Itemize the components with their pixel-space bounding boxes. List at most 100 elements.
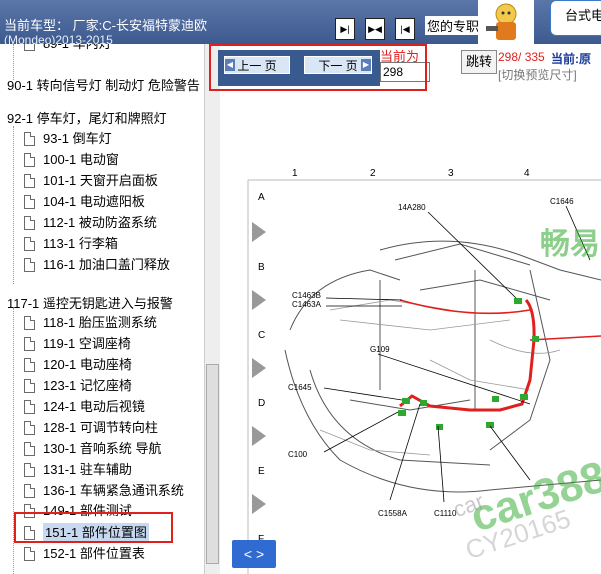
tree-item[interactable]: 116-1 加油口盖门释放	[24, 255, 170, 275]
row-marker	[252, 494, 266, 514]
chapter-tree: 89-1 车内灯 90-1 转向信号灯 制动灯 危险警告 92-1 停车灯，尾灯…	[0, 44, 204, 574]
promo-banner[interactable]: 台式电	[550, 0, 601, 36]
grid-row-label: E	[258, 466, 265, 477]
document-icon	[24, 421, 35, 435]
tree-item[interactable]: 89-1 车内灯	[24, 44, 112, 54]
tree-item[interactable]: 124-1 电动后视镜	[24, 397, 145, 417]
tree-item-label: 101-1 天窗开启面板	[43, 173, 158, 188]
watermark: 畅易	[540, 227, 600, 262]
grid-row-label: A	[258, 192, 265, 203]
tree-item[interactable]: 104-1 电动遮阳板	[24, 192, 145, 212]
component-location-diagram: 1 2 3 4 A B C D E F	[247, 168, 601, 574]
tree-item[interactable]: 113-1 行李箱	[24, 234, 118, 254]
document-icon	[24, 337, 35, 351]
row-marker	[252, 426, 266, 446]
tree-item-label: 124-1 电动后视镜	[43, 399, 145, 414]
tree-item-label: 113-1 行李箱	[43, 236, 118, 251]
selection-highlight	[14, 512, 173, 543]
document-icon	[24, 379, 35, 393]
document-icon	[24, 195, 35, 209]
tree-folder-label: 90-1 转向信号灯 制动灯 危险警告	[7, 78, 200, 93]
document-icon	[24, 132, 35, 146]
wiring-harness	[399, 299, 531, 315]
callout-label: 14A280	[398, 203, 426, 212]
tree-folder[interactable]: 90-1 转向信号灯 制动灯 危险警告	[7, 76, 200, 96]
tree-item[interactable]: 130-1 音响系统 导航	[24, 439, 161, 459]
vehicle-detail-lines	[319, 299, 561, 456]
document-icon	[24, 316, 35, 330]
document-icon	[24, 484, 35, 498]
tree-item-label: 89-1 车内灯	[43, 44, 112, 54]
row-marker	[252, 222, 266, 242]
tree-item[interactable]: 119-1 空调座椅	[24, 334, 131, 354]
callout-label: C1646	[550, 197, 574, 206]
tree-item-label: 104-1 电动遮阳板	[43, 194, 145, 209]
callout-label: C1463A	[292, 300, 322, 309]
tree-item[interactable]: 131-1 驻车辅助	[24, 460, 132, 480]
callout-label: C1463B	[292, 291, 321, 300]
tree-item[interactable]: 118-1 胎压监测系统	[24, 313, 157, 333]
document-icon	[24, 153, 35, 167]
tree-folder-label: 92-1 停车灯，尾灯和牌照灯	[7, 111, 167, 126]
grid-row-label: C	[258, 330, 265, 341]
tree-item-label: 131-1 驻车辅助	[43, 462, 132, 477]
sidebar-scrollbar[interactable]	[204, 44, 220, 574]
row-marker	[252, 358, 266, 378]
panel-left-icon[interactable]: ▶|	[335, 18, 355, 40]
tree-item-label: 116-1 加油口盖门释放	[43, 257, 170, 272]
tree-item-label: 100-1 电动窗	[43, 152, 119, 167]
tree-guide-line	[13, 44, 14, 80]
tree-item[interactable]: 136-1 车辆紧急通讯系统	[24, 481, 184, 501]
tree-item[interactable]: 128-1 可调节转向柱	[24, 418, 158, 438]
mascot-logo	[478, 0, 534, 44]
document-icon	[24, 358, 35, 372]
callout-label: C100	[288, 450, 308, 459]
current-document-label: 当前:原	[551, 52, 591, 66]
tree-folder[interactable]: 92-1 停车灯，尾灯和牌照灯	[7, 109, 167, 129]
car-model-label: 当前车型： 厂家:C-长安福特蒙迪欧	[4, 18, 207, 33]
grid-column-label: 2	[370, 168, 376, 179]
callout-label: C1645	[288, 383, 312, 392]
tree-item-label: 120-1 电动座椅	[43, 357, 132, 372]
grid-column-label: 4	[524, 168, 530, 179]
document-icon	[24, 400, 35, 414]
document-icon	[24, 237, 35, 251]
tree-item-label: 136-1 车辆紧急通讯系统	[43, 483, 184, 498]
tree-item[interactable]: 101-1 天窗开启面板	[24, 171, 158, 191]
tree-item[interactable]: 123-1 记忆座椅	[24, 376, 132, 396]
document-icon	[24, 258, 35, 272]
nav-highlight-box	[209, 44, 427, 91]
tree-folder-label: 117-1 遥控无钥匙进入与报警	[7, 296, 173, 311]
grid-column-label: 3	[448, 168, 454, 179]
tree-item[interactable]: 120-1 电动座椅	[24, 355, 132, 375]
tree-item[interactable]: 93-1 倒车灯	[24, 129, 112, 149]
document-icon	[24, 216, 35, 230]
tree-item-label: 152-1 部件位置表	[43, 546, 145, 561]
tree-item-label: 119-1 空调座椅	[43, 336, 131, 351]
tree-item-label: 112-1 被动防盗系统	[43, 215, 157, 230]
tree-guide-line	[13, 126, 14, 284]
panel-split-icon[interactable]: ▶◀	[365, 18, 385, 40]
jump-button[interactable]: 跳转	[461, 50, 497, 74]
tree-item[interactable]: 152-1 部件位置表	[24, 544, 145, 564]
row-marker	[252, 290, 266, 310]
swap-panels-button[interactable]: < >	[232, 540, 276, 568]
document-icon	[24, 174, 35, 188]
tree-item-label: 130-1 音响系统 导航	[43, 441, 162, 456]
page-count: 298/ 335	[498, 50, 545, 64]
grid-column-label: 1	[292, 168, 298, 179]
document-icon	[24, 547, 35, 561]
document-icon	[24, 442, 35, 456]
tree-item[interactable]: 100-1 电动窗	[24, 150, 119, 170]
tree-item-label: 128-1 可调节转向柱	[43, 420, 158, 435]
panel-right-icon[interactable]: |◀	[395, 18, 415, 40]
tree-item-label: 93-1 倒车灯	[43, 131, 112, 146]
callout-label: G109	[370, 345, 390, 354]
scrollbar-thumb[interactable]	[206, 364, 219, 564]
tree-item[interactable]: 112-1 被动防盗系统	[24, 213, 157, 233]
wiring-harness	[529, 335, 601, 341]
toggle-preview-size-link[interactable]: [切换预览尺寸]	[498, 66, 577, 83]
wiring-harness	[399, 298, 536, 412]
pro-label: 您的专职	[425, 16, 482, 35]
tree-folder[interactable]: 117-1 遥控无钥匙进入与报警	[7, 294, 173, 314]
